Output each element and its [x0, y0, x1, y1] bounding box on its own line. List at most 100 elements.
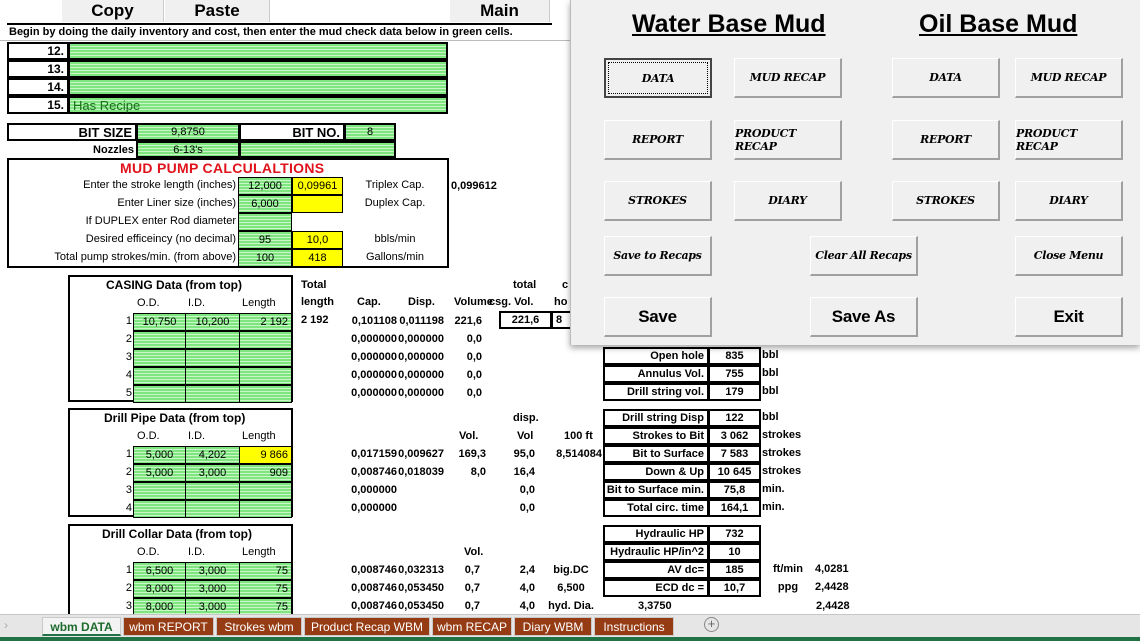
sheet-tab[interactable]: Diary WBM: [514, 617, 592, 636]
recipe-input[interactable]: Has Recipe: [68, 96, 448, 114]
nozzles-extra-input[interactable]: [239, 141, 396, 158]
id-input[interactable]: [185, 331, 240, 349]
sheet-tab[interactable]: wbm RECAP: [432, 617, 512, 636]
obm-data-button[interactable]: DATA: [892, 58, 1000, 98]
paste-button[interactable]: Paste: [165, 0, 270, 22]
disp-value: 0,000000: [398, 351, 444, 363]
scroll-left-icon[interactable]: ›: [4, 618, 8, 632]
length-input[interactable]: [239, 367, 292, 385]
pump-calc-value: 0,09961: [292, 177, 343, 195]
wbm-strokes-button[interactable]: STROKES: [604, 181, 712, 221]
add-sheet-icon[interactable]: +: [704, 617, 719, 632]
column-header: Length: [242, 297, 276, 309]
od-input[interactable]: [133, 482, 186, 500]
summary-label: Annulus Vol.: [603, 365, 709, 383]
disp-value: 0,032313: [398, 564, 444, 576]
length-input[interactable]: 75: [239, 580, 292, 598]
id-input[interactable]: 10,200: [185, 313, 240, 331]
od-input[interactable]: 10,750: [133, 313, 186, 331]
bit-size-input[interactable]: 9,8750: [136, 123, 240, 141]
triplex-value: 0,099612: [451, 180, 497, 192]
summary-unit: bbl: [762, 411, 779, 423]
wbm-report-button[interactable]: REPORT: [604, 120, 712, 160]
id-input[interactable]: 3,000: [185, 580, 240, 598]
length-input[interactable]: 75: [239, 562, 292, 580]
divider: [0, 40, 570, 41]
main-button[interactable]: Main: [450, 0, 550, 22]
nozzles-input[interactable]: 6-13's: [136, 141, 240, 158]
id-input[interactable]: 4,202: [185, 446, 240, 464]
length-input[interactable]: [239, 385, 292, 403]
od-input[interactable]: 8,000: [133, 580, 186, 598]
od-input[interactable]: [133, 385, 186, 403]
clear-all-recaps-button[interactable]: Clear All Recaps: [810, 236, 918, 276]
id-input[interactable]: 3,000: [185, 464, 240, 482]
recipe-input[interactable]: [68, 60, 448, 78]
copy-button[interactable]: Copy: [62, 0, 164, 22]
length-input[interactable]: [239, 331, 292, 349]
cap-value: 0,000000: [351, 387, 397, 399]
main-menu-panel: Water Base Mud Oil Base Mud DATA MUD RECA…: [570, 0, 1140, 345]
status-bar: [0, 637, 1140, 641]
obm-report-button[interactable]: REPORT: [892, 120, 1000, 160]
wbm-mud-recap-button[interactable]: MUD RECAP: [734, 58, 842, 98]
disp-value: 0,018039: [398, 466, 444, 478]
obm-mud-recap-button[interactable]: MUD RECAP: [1015, 58, 1123, 98]
length-input[interactable]: [239, 349, 292, 367]
toolbar-blank-cell: [271, 0, 449, 22]
od-input[interactable]: [133, 331, 186, 349]
pump-input[interactable]: 12,000: [238, 177, 292, 195]
length-input[interactable]: [239, 482, 292, 500]
sheet-tab[interactable]: Product Recap WBM: [304, 617, 430, 636]
summary-label: Open hole: [603, 347, 709, 365]
od-input[interactable]: 5,000: [133, 446, 186, 464]
save-as-button[interactable]: Save As: [810, 297, 918, 337]
od-input[interactable]: 5,000: [133, 464, 186, 482]
id-input[interactable]: [185, 367, 240, 385]
column-header: Length: [242, 430, 276, 442]
row-number: 12.: [7, 42, 69, 60]
od-input[interactable]: 6,500: [133, 562, 186, 580]
length-input[interactable]: 9 866: [239, 446, 292, 464]
obm-product-recap-button[interactable]: PRODUCT RECAP: [1015, 120, 1123, 160]
length-input[interactable]: [239, 500, 292, 518]
volume-value: 169,3: [458, 448, 486, 460]
sheet-tab[interactable]: Instructions: [594, 617, 674, 636]
total-length-value: 2 192: [301, 314, 329, 326]
bit-no-input[interactable]: 8: [344, 123, 396, 141]
obm-diary-button[interactable]: DIARY: [1015, 181, 1123, 221]
id-input[interactable]: [185, 482, 240, 500]
obm-title: Oil Base Mud: [919, 10, 1078, 38]
od-input[interactable]: [133, 500, 186, 518]
id-input[interactable]: [185, 349, 240, 367]
close-menu-button[interactable]: Close Menu: [1015, 236, 1123, 276]
summary-extra: 4,0281: [815, 563, 849, 575]
cap-value: 0,008746: [351, 466, 397, 478]
od-input[interactable]: [133, 367, 186, 385]
collar-extra: 6,500: [557, 582, 585, 594]
length-input[interactable]: 909: [239, 464, 292, 482]
pump-input[interactable]: 6,000: [238, 195, 292, 213]
id-input[interactable]: [185, 500, 240, 518]
save-button[interactable]: Save: [604, 297, 712, 337]
id-input[interactable]: [185, 385, 240, 403]
obm-strokes-button[interactable]: STROKES: [892, 181, 1000, 221]
sheet-tab[interactable]: wbm REPORT: [123, 617, 214, 636]
pump-input[interactable]: 100: [238, 249, 292, 267]
dp-disp-header: Vol: [517, 430, 534, 442]
pump-input[interactable]: 95: [238, 231, 292, 249]
save-to-recaps-button[interactable]: Save to Recaps: [604, 236, 712, 276]
wbm-data-button[interactable]: DATA: [604, 58, 712, 98]
recipe-input[interactable]: [68, 78, 448, 96]
od-input[interactable]: [133, 349, 186, 367]
pump-input[interactable]: [238, 213, 292, 231]
summary-unit: strokes: [762, 447, 802, 459]
length-input[interactable]: 2 192: [239, 313, 292, 331]
recipe-input[interactable]: [68, 42, 448, 60]
sheet-tab[interactable]: Strokes wbm: [216, 617, 302, 636]
sheet-tab[interactable]: wbm DATA: [42, 617, 121, 636]
wbm-product-recap-button[interactable]: PRODUCT RECAP: [734, 120, 842, 160]
id-input[interactable]: 3,000: [185, 562, 240, 580]
exit-button[interactable]: Exit: [1015, 297, 1123, 337]
wbm-diary-button[interactable]: DIARY: [734, 181, 842, 221]
